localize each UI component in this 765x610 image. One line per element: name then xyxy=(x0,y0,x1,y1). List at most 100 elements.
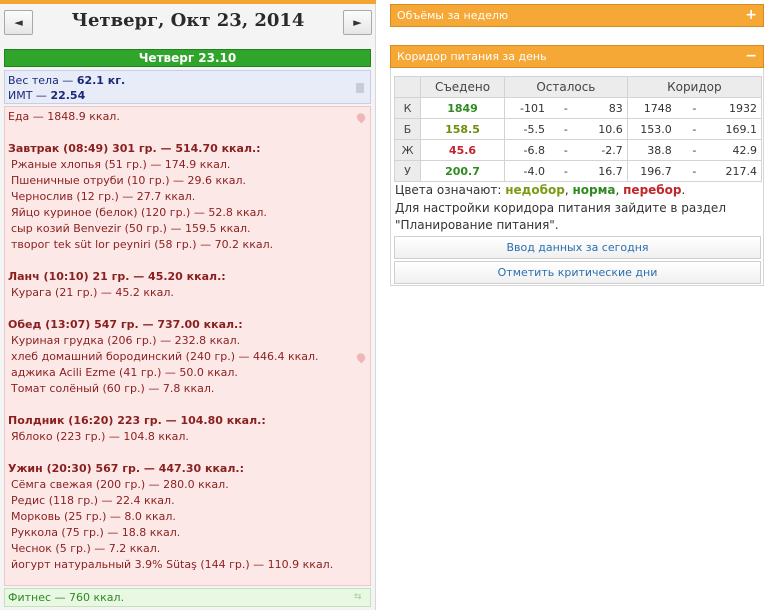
next-day-button[interactable]: ► xyxy=(343,10,372,35)
food-item[interactable]: Чеснок (5 гр.) — 7.2 ккал. xyxy=(8,541,367,557)
food-item[interactable]: Редис (118 гр.) — 22.4 ккал. xyxy=(8,493,367,509)
food-item[interactable]: Чернослив (12 гр.) — 27.7 ккал. xyxy=(8,189,367,205)
fitness-label: Фитнес — 760 ккал. xyxy=(8,591,125,604)
corridor-max: 217.4 xyxy=(725,164,757,178)
weekly-volumes-panel-header[interactable]: Объёмы за неделю + xyxy=(390,4,764,27)
corridor-max: 1932 xyxy=(728,101,757,115)
range-dash: - xyxy=(692,143,697,157)
food-item[interactable]: Курага (21 гр.) — 45.2 ккал. xyxy=(8,285,367,301)
food-item[interactable]: йогурт натуральный 3.9% Sütaş (144 гр.) … xyxy=(8,557,367,573)
food-item[interactable]: Яблоко (223 гр.) — 104.8 ккал. xyxy=(8,429,367,445)
corridor-table: Съедено Осталось Коридор К 1849 -101-83 174… xyxy=(394,76,763,182)
row-label: К xyxy=(394,97,421,119)
enter-today-button[interactable]: Ввод данных за сегодня xyxy=(394,236,761,259)
food-item[interactable]: Куриная грудка (206 гр.) — 232.8 ккал. xyxy=(8,333,367,349)
remaining-range: -4.0 - 16.7 xyxy=(504,160,628,182)
range-dash: - xyxy=(563,143,568,157)
meal-gap xyxy=(8,253,367,269)
corridor-panel-header[interactable]: Коридор питания за день − xyxy=(390,45,764,68)
dumbbell-icon[interactable]: ⇆ xyxy=(354,593,364,602)
prev-day-button[interactable]: ◄ xyxy=(4,10,33,35)
scale-icon[interactable] xyxy=(356,83,364,93)
meal-title[interactable]: Ланч (10:10) 21 гр. — 45.20 ккал.: xyxy=(8,269,367,285)
meal-gap xyxy=(8,125,367,141)
range-dash: - xyxy=(692,164,697,178)
table-row: К 1849 -101 - 83 1748 - 1932 xyxy=(394,97,763,119)
remaining-range: -5.5 - 10.6 xyxy=(504,118,628,140)
meal-gap xyxy=(8,445,367,461)
legend-under: недобор xyxy=(505,183,565,197)
bmi-value: 22.54 xyxy=(50,89,86,102)
food-item[interactable]: Руккола (75 гр.) — 18.8 ккал. xyxy=(8,525,367,541)
weight-section[interactable]: Вес тела — 62.1 кг. ИМТ — 22.54 xyxy=(4,70,371,104)
remaining-max: 10.6 xyxy=(598,122,623,136)
fitness-section[interactable]: Фитнес — 760 ккал. ⇆ xyxy=(4,588,371,607)
corridor-min: 153.0 xyxy=(640,122,672,136)
meal-gap xyxy=(8,397,367,413)
remaining-max: 83 xyxy=(608,101,623,115)
remaining-max: 16.7 xyxy=(598,164,623,178)
corridor-hint: Для настройки коридора питания зайдите в… xyxy=(395,201,726,232)
page-title: Четверг, Окт 23, 2014 xyxy=(71,10,305,31)
food-item[interactable]: творог tek süt lor peyniri (58 гр.) — 70… xyxy=(8,237,367,253)
weight-label: Вес тела — xyxy=(8,74,77,87)
row-label: Ж xyxy=(394,139,421,161)
weight-line: Вес тела — 62.1 кг. xyxy=(8,73,367,88)
corridor-min: 1748 xyxy=(643,101,672,115)
remaining-range: -6.8 - -2.7 xyxy=(504,139,628,161)
food-item[interactable]: Пшеничные отруби (10 гр.) — 29.6 ккал. xyxy=(8,173,367,189)
food-item[interactable]: хлеб домашний бородинский (240 гр.) — 44… xyxy=(8,349,367,365)
remaining-range: -101 - 83 xyxy=(504,97,628,119)
corridor-range: 38.8 - 42.9 xyxy=(626,139,763,161)
corridor-min: 38.8 xyxy=(647,143,672,157)
legend-norm: норма xyxy=(572,183,616,197)
range-dash: - xyxy=(563,122,568,136)
eaten-value: 200.7 xyxy=(420,160,505,182)
bmi-line: ИМТ — 22.54 xyxy=(8,88,367,103)
day-header: Четверг 23.10 xyxy=(4,49,371,67)
bmi-label: ИМТ — xyxy=(8,89,51,102)
col-header-remaining: Осталось xyxy=(504,76,628,98)
meal-list: Завтрак (08:49) 301 гр. — 514.70 ккал.: Р… xyxy=(8,125,367,573)
range-dash: - xyxy=(563,164,568,178)
corridor-max: 42.9 xyxy=(732,143,757,157)
food-item[interactable]: аджика Acili Ezme (41 гр.) — 50.0 ккал. xyxy=(8,365,367,381)
day-panel: ◄ Четверг, Окт 23, 2014 ► Четверг 23.10 … xyxy=(0,0,376,610)
eaten-value: 158.5 xyxy=(420,118,505,140)
legend-over: перебор xyxy=(623,183,682,197)
expand-icon[interactable]: + xyxy=(745,5,757,26)
remaining-min: -4.0 xyxy=(523,164,545,178)
food-item[interactable]: Яйцо куриное (белок) (120 гр.) — 52.8 кк… xyxy=(8,205,367,221)
legend-end: . xyxy=(681,183,686,197)
col-header-corridor: Коридор xyxy=(626,76,763,98)
corridor-max: 169.1 xyxy=(725,122,757,136)
table-corner xyxy=(394,76,421,98)
range-dash: - xyxy=(563,101,568,115)
meal-title[interactable]: Ужин (20:30) 567 гр. — 447.30 ккал.: xyxy=(8,461,367,477)
legend-prefix: Цвета означают: xyxy=(395,183,506,197)
food-section[interactable]: Еда — 1848.9 ккал. Завтрак (08:49) 301 г… xyxy=(4,106,371,586)
collapse-icon[interactable]: − xyxy=(745,46,757,67)
food-item[interactable]: Сёмга свежая (200 гр.) — 280.0 ккал. xyxy=(8,477,367,493)
food-total: Еда — 1848.9 ккал. xyxy=(8,110,120,123)
row-label: Б xyxy=(394,118,421,140)
food-item[interactable]: Томат солёный (60 гр.) — 7.8 ккал. xyxy=(8,381,367,397)
meal-title[interactable]: Завтрак (08:49) 301 гр. — 514.70 ккал.: xyxy=(8,141,367,157)
color-legend: Цвета означают: недобор, норма, перебор. xyxy=(395,182,761,199)
row-label: У xyxy=(394,160,421,182)
corridor-title: Коридор питания за день xyxy=(397,50,547,63)
food-item[interactable]: Ржаные хлопья (51 гр.) — 174.9 ккал. xyxy=(8,157,367,173)
meal-title[interactable]: Полдник (16:20) 223 гр. — 104.80 ккал.: xyxy=(8,413,367,429)
table-row: Ж 45.6 -6.8 - -2.7 38.8 - 42.9 xyxy=(394,139,763,161)
meal-title[interactable]: Обед (13:07) 547 гр. — 737.00 ккал.: xyxy=(8,317,367,333)
corridor-panel-body: Съедено Осталось Коридор К 1849 -101-83 174… xyxy=(390,68,764,286)
food-item[interactable]: Морковь (25 гр.) — 8.0 ккал. xyxy=(8,509,367,525)
remaining-max: -2.7 xyxy=(601,143,623,157)
corridor-range: 1748 - 1932 xyxy=(626,97,763,119)
mark-critical-days-button[interactable]: Отметить критические дни xyxy=(394,261,761,284)
table-row: Б 158.5 -5.5 - 10.6 153.0 - 169.1 xyxy=(394,118,763,140)
top-accent-bar xyxy=(0,0,376,4)
remaining-min: -5.5 xyxy=(523,122,545,136)
food-item[interactable]: сыр козий Benvezir (50 гр.) — 159.5 ккал… xyxy=(8,221,367,237)
legend-separator: , xyxy=(615,183,624,197)
